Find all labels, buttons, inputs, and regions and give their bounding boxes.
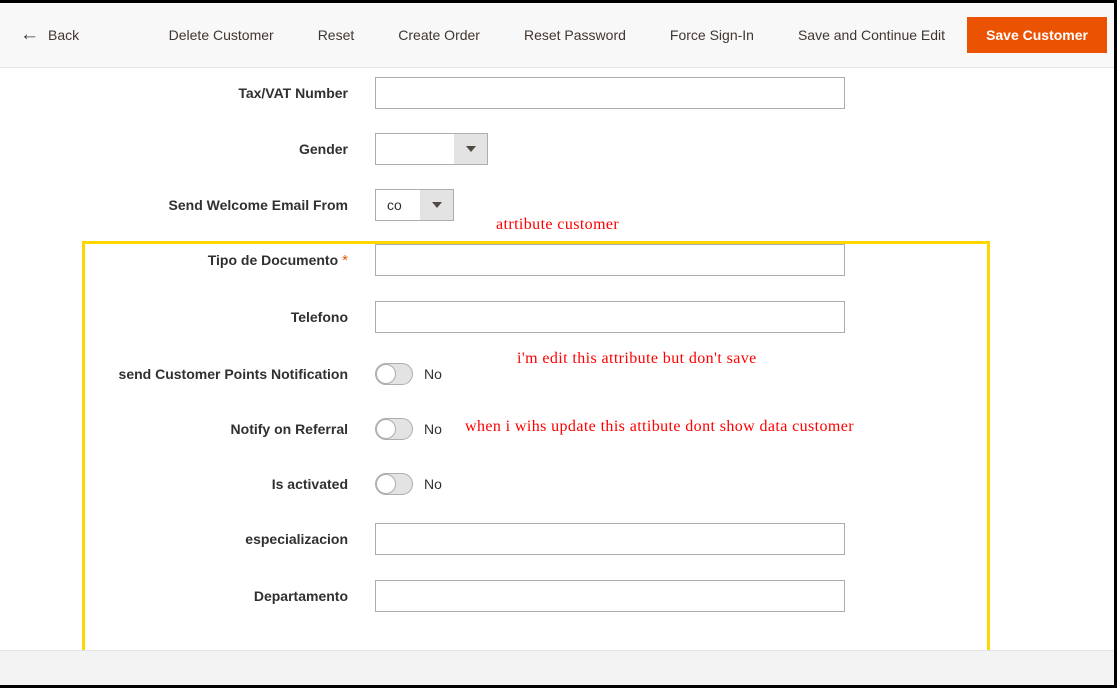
tipo-documento-label-text: Tipo de Documento: [207, 251, 339, 268]
especializacion-label: especializacion: [245, 531, 348, 547]
toggle-knob-icon: [376, 474, 396, 494]
field-row-notify-referral: Notify on Referral No: [85, 413, 442, 445]
notify-referral-state: No: [424, 421, 442, 437]
field-row-is-activated: Is activated No: [85, 468, 442, 500]
welcome-email-label: Send Welcome Email From: [168, 197, 348, 213]
is-activated-toggle-group: No: [375, 473, 442, 495]
field-row-welcome-email: Send Welcome Email From co: [85, 189, 454, 221]
save-and-continue-edit-button[interactable]: Save and Continue Edit: [776, 17, 967, 53]
field-row-telefono: Telefono: [85, 301, 845, 333]
annotation-attribute-customer: atrtibute customer: [496, 216, 620, 233]
field-row-especializacion: especializacion: [85, 523, 845, 555]
notify-referral-toggle-group: No: [375, 418, 442, 440]
departamento-label: Departamento: [253, 588, 348, 604]
welcome-email-select[interactable]: co: [375, 189, 454, 221]
field-row-gender: Gender: [85, 133, 488, 165]
gender-select[interactable]: [375, 133, 488, 165]
back-button[interactable]: ← Back: [10, 17, 89, 53]
points-notification-toggle[interactable]: [375, 363, 413, 385]
force-sign-in-button[interactable]: Force Sign-In: [648, 17, 776, 53]
telefono-label: Telefono: [290, 309, 348, 325]
chevron-down-icon: [454, 134, 487, 164]
page-actions-toolbar: ← Back Delete Customer Reset Create Orde…: [0, 3, 1114, 68]
points-notification-state: No: [424, 366, 442, 382]
telefono-input[interactable]: [375, 301, 845, 333]
field-row-tax-vat: Tax/VAT Number: [85, 77, 845, 109]
field-row-points-notification: send Customer Points Notification No: [85, 358, 442, 390]
required-marker: *: [342, 251, 348, 269]
toggle-knob-icon: [376, 364, 396, 384]
points-notification-label: send Customer Points Notification: [118, 366, 348, 382]
is-activated-state: No: [424, 476, 442, 492]
footer-strip: [0, 650, 1114, 685]
toggle-knob-icon: [376, 419, 396, 439]
arrow-left-icon: ←: [20, 23, 39, 45]
notify-referral-label: Notify on Referral: [230, 421, 348, 437]
especializacion-input[interactable]: [375, 523, 845, 555]
create-order-button[interactable]: Create Order: [376, 17, 502, 53]
is-activated-toggle[interactable]: [375, 473, 413, 495]
annotation-update-no-data: when i wihs update this attibute dont sh…: [465, 418, 855, 435]
back-button-label: Back: [48, 27, 80, 43]
tipo-documento-label: Tipo de Documento *: [85, 252, 375, 269]
departamento-input[interactable]: [375, 580, 845, 612]
save-customer-button[interactable]: Save Customer: [967, 17, 1107, 53]
field-row-departamento: Departamento: [85, 580, 845, 612]
tipo-documento-input[interactable]: [375, 244, 845, 276]
gender-label: Gender: [298, 141, 348, 157]
notify-referral-toggle[interactable]: [375, 418, 413, 440]
chevron-down-icon: [420, 190, 453, 220]
field-row-tipo-documento: Tipo de Documento *: [85, 244, 845, 276]
annotation-edit-not-saved: i'm edit this attribute but don't save: [517, 350, 757, 367]
points-notification-toggle-group: No: [375, 363, 442, 385]
delete-customer-button[interactable]: Delete Customer: [147, 17, 296, 53]
tax-vat-input[interactable]: [375, 77, 845, 109]
tax-vat-label: Tax/VAT Number: [238, 85, 348, 101]
page-root: ← Back Delete Customer Reset Create Orde…: [0, 0, 1117, 688]
reset-button[interactable]: Reset: [296, 17, 377, 53]
is-activated-label: Is activated: [271, 476, 348, 492]
reset-password-button[interactable]: Reset Password: [502, 17, 648, 53]
